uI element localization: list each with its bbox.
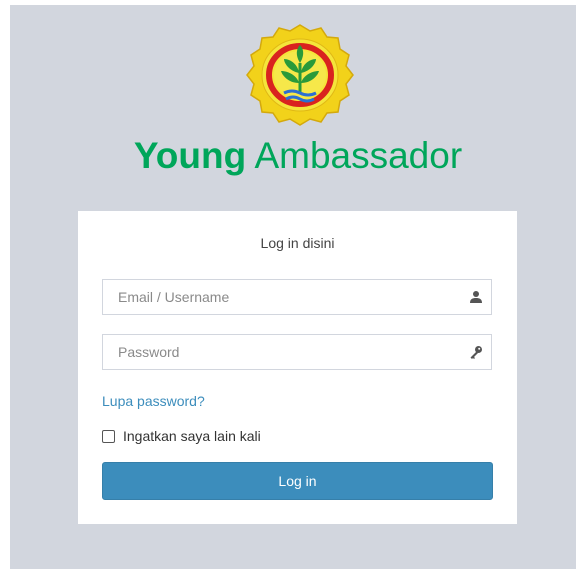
forgot-password-link[interactable]: Lupa password? bbox=[102, 393, 205, 409]
login-page: Young Ambassador Log in disini Lupa pass… bbox=[0, 0, 576, 569]
remember-me-label: Ingatkan saya lain kali bbox=[123, 428, 261, 444]
password-field-wrapper bbox=[102, 334, 492, 370]
key-icon bbox=[470, 346, 482, 359]
login-button[interactable]: Log in bbox=[102, 462, 493, 500]
user-icon bbox=[470, 291, 482, 303]
remember-me-checkbox[interactable] bbox=[102, 429, 115, 443]
login-heading: Log in disini bbox=[260, 235, 335, 251]
login-box: Log in disini Lupa password? Ingatkan sa… bbox=[78, 211, 517, 524]
app-title-light: Ambassador bbox=[254, 135, 463, 176]
app-title: Young Ambassador bbox=[0, 133, 576, 179]
ministry-of-agriculture-seal-icon bbox=[246, 24, 354, 126]
remember-me[interactable]: Ingatkan saya lain kali bbox=[102, 427, 261, 445]
email-input[interactable] bbox=[103, 280, 491, 314]
email-field-wrapper bbox=[102, 279, 492, 315]
password-input[interactable] bbox=[103, 335, 491, 369]
app-title-strong: Young bbox=[133, 135, 247, 176]
